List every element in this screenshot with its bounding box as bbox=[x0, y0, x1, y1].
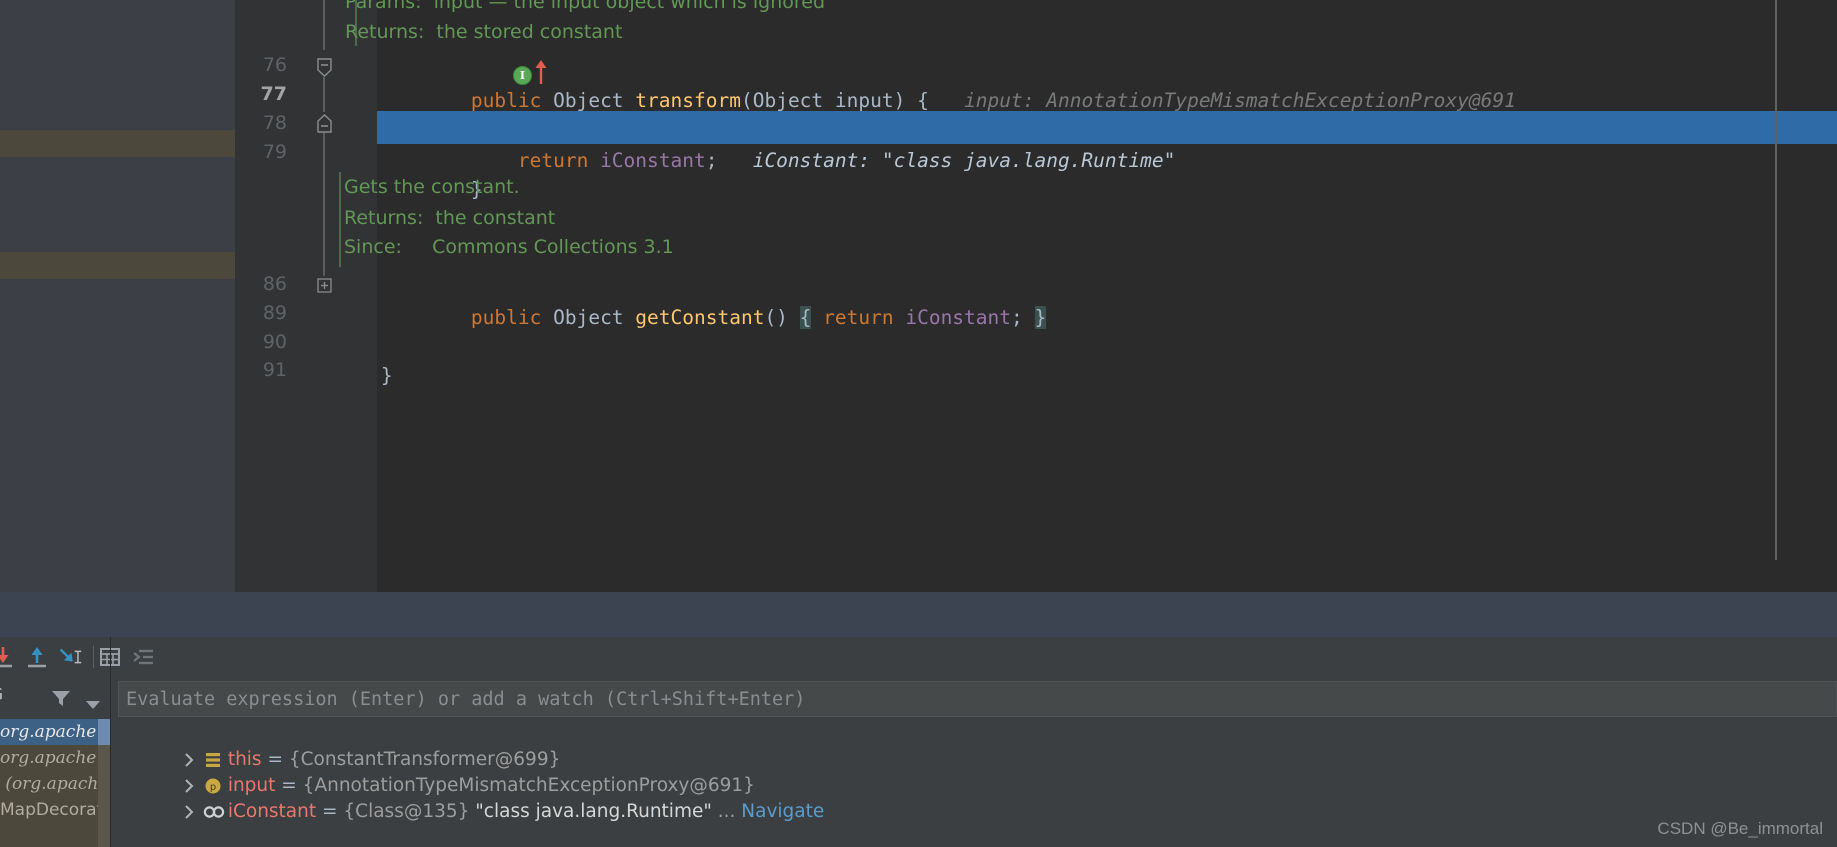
token-class-close-brace: } bbox=[380, 364, 393, 387]
panel-splitter[interactable] bbox=[0, 592, 1837, 637]
strip-segment-top bbox=[0, 0, 235, 130]
step-over-icon[interactable] bbox=[0, 643, 20, 671]
token-semicolon-86: ; bbox=[1011, 306, 1035, 329]
token-return-86: return bbox=[811, 306, 906, 329]
frame-item-2[interactable]: (org.apache.co bbox=[0, 771, 110, 797]
left-tool-window-strip bbox=[0, 0, 235, 592]
csdn-watermark: CSDN @Be_immortal bbox=[1657, 819, 1823, 838]
field-list-icon bbox=[144, 725, 220, 767]
variables-tree[interactable]: this = {ConstantTransformer@699} p input… bbox=[111, 719, 1837, 847]
parameter-icon: p bbox=[144, 751, 221, 794]
expand-chevron-icon[interactable] bbox=[121, 725, 194, 767]
variable-ellipsis-iconstant: ... bbox=[711, 801, 742, 822]
line-number-79: 79 bbox=[262, 141, 287, 163]
frames-label-text: G bbox=[0, 685, 3, 705]
step-out-icon[interactable] bbox=[23, 643, 51, 671]
line-number-89: 89 bbox=[262, 302, 287, 324]
token-public: public bbox=[470, 89, 554, 112]
javadoc-returns-line: Returns: the stored constant bbox=[345, 21, 623, 43]
code-line-78[interactable]: } bbox=[377, 140, 483, 201]
variable-equals-iconstant: = bbox=[316, 801, 344, 822]
javadoc-gets-constant: Gets the constant. bbox=[344, 176, 520, 198]
variable-row-iconstant[interactable]: iConstant = {Class@135} "class java.lang… bbox=[111, 773, 824, 822]
javadoc-returns-constant: Returns: the constant bbox=[344, 207, 556, 229]
fold-collapse-icon-76[interactable] bbox=[314, 57, 335, 78]
frames-scrollbar-thumb[interactable] bbox=[98, 719, 110, 745]
token-iconstant-86: iConstant bbox=[905, 306, 1012, 329]
token-public-86: public bbox=[470, 306, 554, 329]
token-getconstant: getConstant bbox=[635, 306, 765, 329]
token-semicolon: ; bbox=[705, 149, 718, 172]
line-number-78: 78 bbox=[262, 112, 287, 134]
inline-debug-hint-input: input: AnnotationTypeMismatchExceptionPr… bbox=[928, 89, 1516, 112]
line-number-77: 77 bbox=[260, 83, 287, 105]
chevron-down-icon[interactable] bbox=[85, 695, 101, 714]
token-lparen: ( bbox=[740, 89, 753, 112]
fold-end-icon-78[interactable] bbox=[314, 113, 335, 134]
line-number-91: 91 bbox=[262, 359, 287, 381]
frame-item-3[interactable]: MapDecorator$ bbox=[0, 797, 110, 823]
javadoc-left-bar-block bbox=[339, 172, 341, 267]
variable-row-this[interactable]: this = {ConstantTransformer@699} bbox=[111, 721, 560, 770]
line-number-76: 76 bbox=[262, 54, 287, 76]
call-stack-frames-list[interactable]: org.apache.com org.apache.con (org.apach… bbox=[0, 719, 110, 847]
token-object: Object bbox=[553, 89, 636, 112]
frames-header: G bbox=[0, 677, 128, 719]
ide-window: 76 77 78 79 86 89 90 91 I Params: input … bbox=[0, 0, 1837, 847]
variable-string-iconstant: "class java.lang.Runtime" bbox=[475, 801, 712, 822]
code-folding-rail-lower bbox=[323, 133, 325, 276]
token-brace-open-86: { bbox=[799, 306, 812, 329]
debugger-controls-row: G Evaluate expression (Enter) or add a w… bbox=[0, 677, 1837, 719]
editor-region: 76 77 78 79 86 89 90 91 I Params: input … bbox=[0, 0, 1837, 592]
token-iconstant: iConstant bbox=[600, 149, 706, 172]
line-number-90: 90 bbox=[262, 331, 287, 353]
variable-name-iconstant: iConstant bbox=[227, 801, 317, 822]
variable-ref-iconstant: {Class@135} bbox=[343, 801, 476, 822]
token-return: return bbox=[470, 149, 601, 172]
strip-segment-mid bbox=[0, 157, 235, 252]
frame-item-1[interactable]: org.apache.con bbox=[0, 745, 110, 771]
funnel-icon[interactable] bbox=[50, 688, 72, 712]
current-line-highlight-right bbox=[1477, 111, 1837, 144]
code-folding-rail-mid bbox=[323, 77, 325, 112]
field-reference-icon bbox=[144, 777, 225, 818]
token-open-brace: ) { bbox=[893, 89, 929, 112]
code-line-76[interactable]: public Object transform(Object input) { … bbox=[377, 51, 1516, 112]
debugger-toolbar bbox=[0, 637, 1837, 677]
fold-expand-icon-86[interactable] bbox=[314, 275, 335, 296]
evaluate-expression-placeholder: Evaluate expression (Enter) or add a wat… bbox=[126, 689, 806, 710]
strip-segment-bottom bbox=[0, 279, 235, 592]
show-execution-point-icon[interactable] bbox=[130, 643, 158, 671]
token-parens-86: () bbox=[764, 306, 800, 329]
editor-right-divider bbox=[1775, 0, 1777, 560]
javadoc-since: Since: Commons Collections 3.1 bbox=[344, 236, 674, 258]
javadoc-params-line: Params: input — the input object which i… bbox=[345, 0, 826, 13]
code-line-86[interactable]: public Object getConstant() { return iCo… bbox=[377, 268, 1047, 329]
navigate-link[interactable]: Navigate bbox=[741, 801, 824, 822]
token-transform: transform bbox=[635, 89, 741, 112]
token-object-86: Object bbox=[553, 306, 636, 329]
code-surface[interactable]: Params: input — the input object which i… bbox=[339, 0, 1837, 592]
expand-chevron-icon-iconstant[interactable] bbox=[121, 777, 194, 819]
frame-item-0[interactable]: org.apache.com bbox=[0, 719, 110, 745]
toolbar-separator bbox=[93, 646, 94, 668]
inline-debug-hint-iconstant: iConstant: "class java.lang.Runtime" bbox=[717, 149, 1176, 172]
variable-iconstant-text: iConstant = {Class@135} "class java.lang… bbox=[169, 773, 824, 847]
line-number-86: 86 bbox=[262, 273, 287, 295]
code-line-77[interactable]: return iConstant; iConstant: "class java… bbox=[377, 111, 1175, 172]
token-param: Object input bbox=[752, 89, 894, 112]
variable-row-input[interactable]: p input = {AnnotationTypeMismatchExcepti… bbox=[111, 747, 755, 796]
code-line-90[interactable]: } bbox=[287, 326, 393, 387]
strip-segment-amber1 bbox=[0, 130, 235, 157]
evaluate-expression-input[interactable]: Evaluate expression (Enter) or add a wat… bbox=[118, 681, 1837, 717]
strip-segment-amber2 bbox=[0, 252, 235, 279]
expand-chevron-icon-input[interactable] bbox=[121, 751, 194, 793]
debugger-panel: G Evaluate expression (Enter) or add a w… bbox=[0, 637, 1837, 847]
token-brace-close-86: } bbox=[1034, 306, 1047, 329]
code-folding-rail bbox=[323, 0, 325, 50]
editor-gutter[interactable]: 76 77 78 79 86 89 90 91 I bbox=[235, 0, 547, 592]
force-step-into-icon[interactable] bbox=[56, 643, 84, 671]
